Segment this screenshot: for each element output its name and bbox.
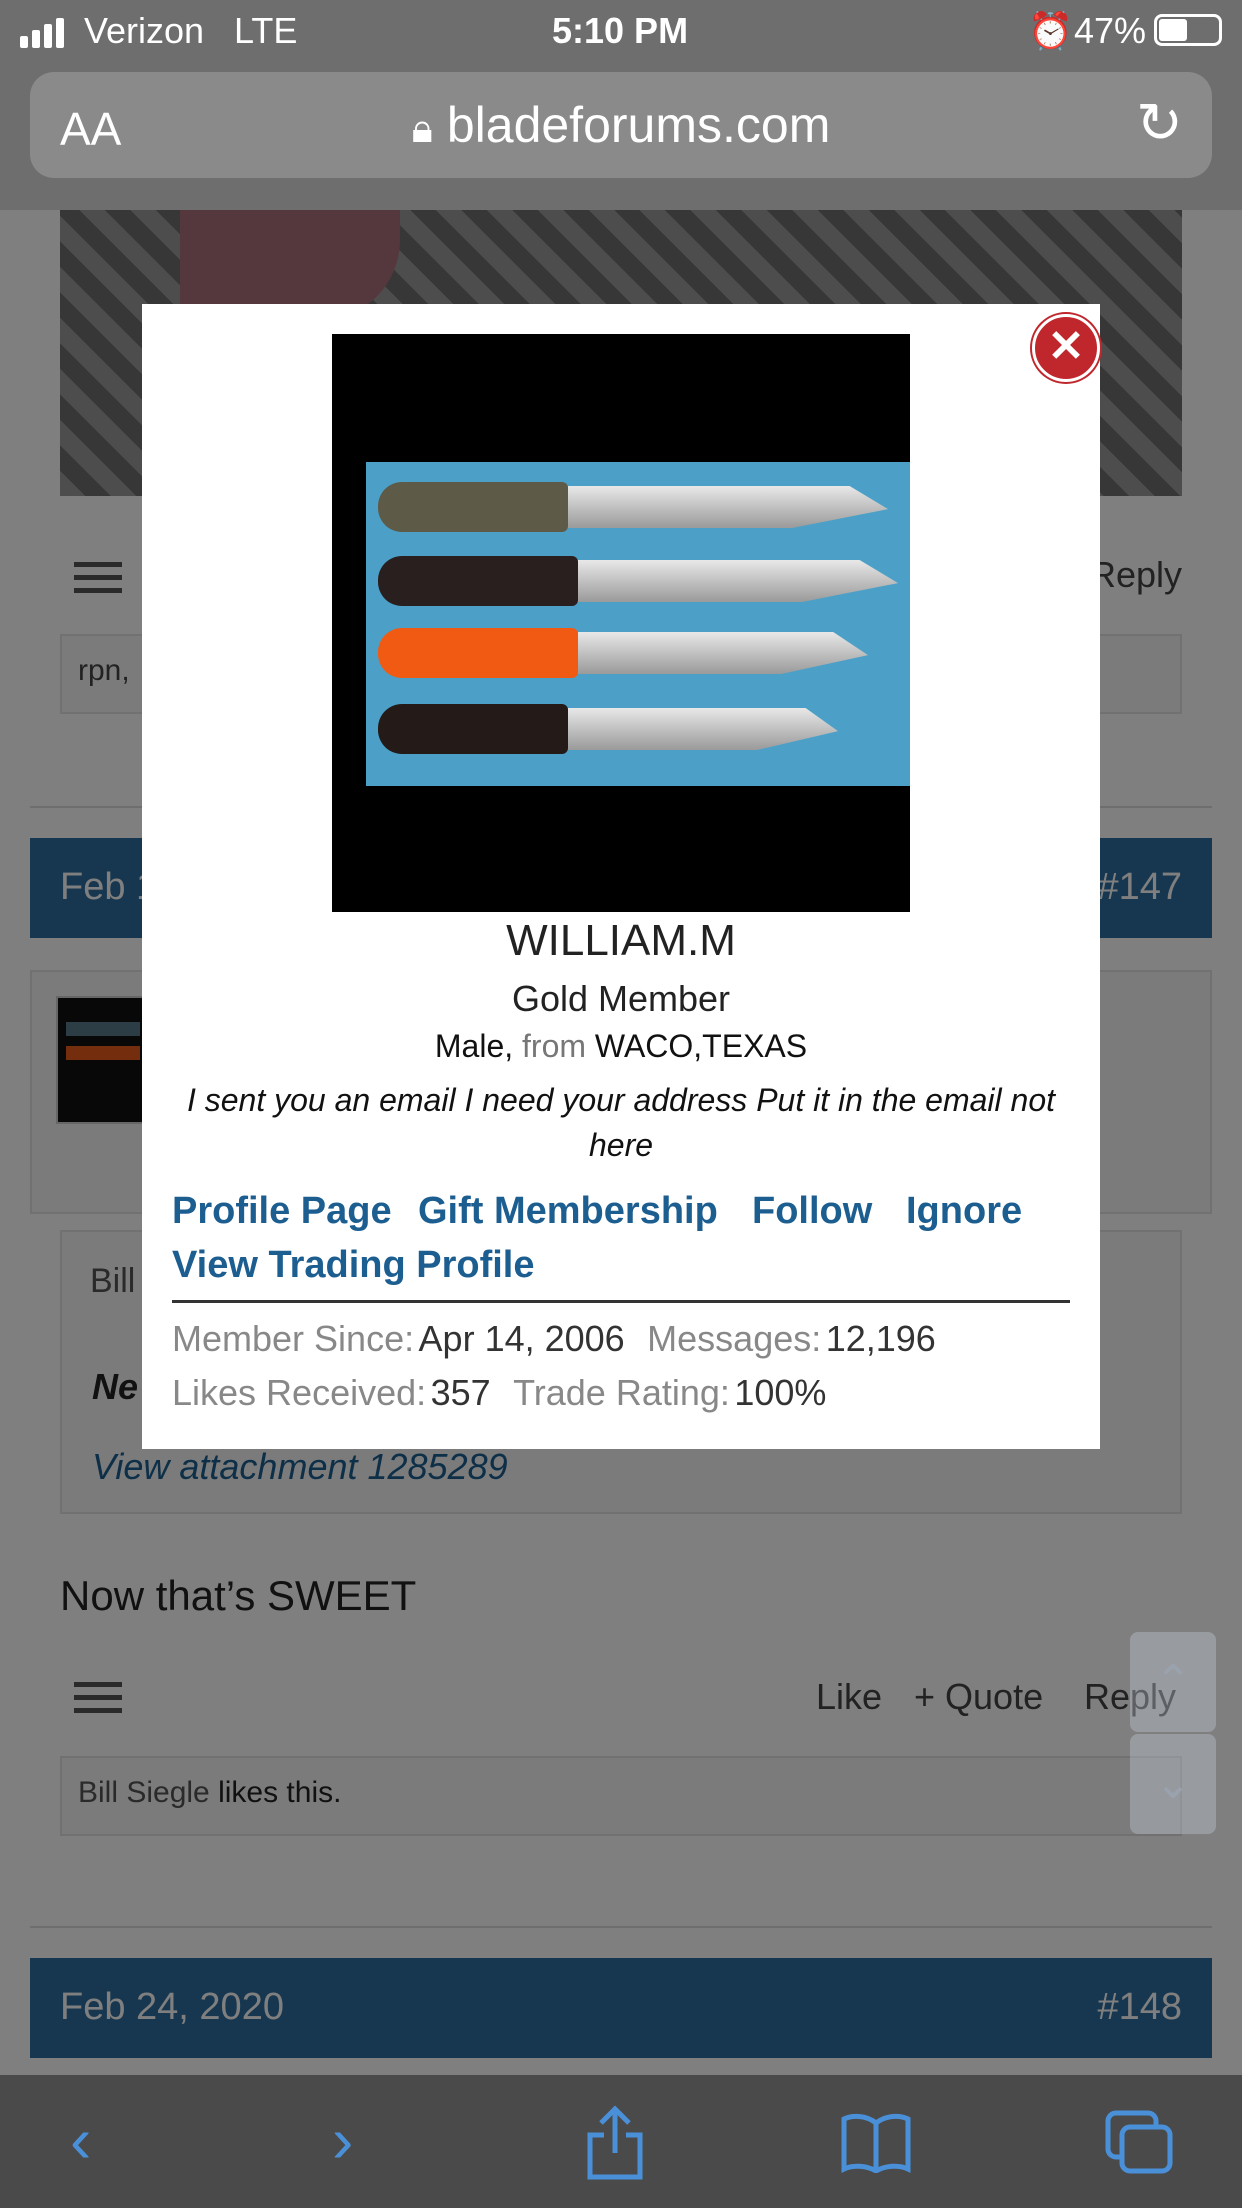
member-username[interactable]: WILLIAM.M [142, 916, 1100, 966]
close-icon[interactable]: ✕ [1032, 314, 1100, 382]
battery-icon [1154, 14, 1222, 46]
profile-page-link[interactable]: Profile Page [172, 1190, 392, 1233]
member-title: Gold Member [511, 978, 731, 1019]
clock: 5:10 PM [552, 10, 689, 51]
browser-chrome: Verizon LTE 5:10 PM ⏰ 47% AA 🔒︎ bladefor… [0, 0, 1242, 210]
carrier-label: Verizon [84, 10, 205, 51]
knives-photo [366, 462, 910, 786]
likes-received-value: 357 [430, 1372, 491, 1413]
member-since-label: Member Since: [172, 1318, 415, 1359]
browser-toolbar: ‹ › [0, 2075, 1242, 2208]
member-location: WACO,TEXAS [594, 1028, 808, 1064]
member-stats-row: Member Since: Apr 14, 2006 Messages: 12,… [172, 1318, 936, 1360]
network-label: LTE [234, 10, 298, 51]
alarm-icon: ⏰ [1028, 10, 1073, 51]
follow-link[interactable]: Follow [752, 1190, 872, 1233]
url-domain: bladeforums.com [446, 97, 831, 153]
member-status-message: I sent you an email I need your address … [186, 1082, 1056, 1163]
trade-rating-label: Trade Rating: [513, 1372, 730, 1413]
scroll-down-button[interactable]: ⌄ [1130, 1734, 1216, 1834]
share-icon[interactable] [584, 2105, 646, 2181]
gift-membership-link[interactable]: Gift Membership [418, 1190, 718, 1233]
battery-percent: 47% [1074, 10, 1147, 51]
lock-icon: 🔒︎ [411, 107, 433, 151]
member-avatar[interactable] [332, 334, 910, 912]
trade-rating-value[interactable]: 100% [734, 1372, 826, 1413]
tabs-icon[interactable] [1104, 2109, 1176, 2177]
messages-value[interactable]: 12,196 [826, 1318, 936, 1359]
member-card-modal: ✕ WILLIAM.M Gold Member Male, from WACO,… [142, 304, 1100, 1449]
signal-icon [20, 18, 68, 48]
likes-received-label: Likes Received: [172, 1372, 427, 1413]
member-stats-row: Likes Received: 357 Trade Rating: 100% [172, 1372, 826, 1414]
messages-label: Messages: [647, 1318, 822, 1359]
member-since-value: Apr 14, 2006 [418, 1318, 625, 1359]
reload-icon[interactable]: ↻ [1136, 90, 1183, 156]
modal-divider [172, 1300, 1070, 1303]
ignore-link[interactable]: Ignore [906, 1190, 1022, 1233]
from-label: from [522, 1028, 587, 1064]
bookmarks-icon[interactable] [840, 2113, 912, 2173]
forward-icon[interactable]: › [332, 2103, 353, 2177]
url-bar[interactable]: AA 🔒︎ bladeforums.com ↻ [30, 72, 1212, 178]
member-info: Male, from WACO,TEXAS [142, 1028, 1100, 1065]
back-icon[interactable]: ‹ [70, 2103, 91, 2177]
scroll-up-button[interactable]: ⌃ [1130, 1632, 1216, 1732]
member-gender: Male, [434, 1028, 514, 1064]
view-trading-profile-link[interactable]: View Trading Profile [172, 1244, 535, 1287]
